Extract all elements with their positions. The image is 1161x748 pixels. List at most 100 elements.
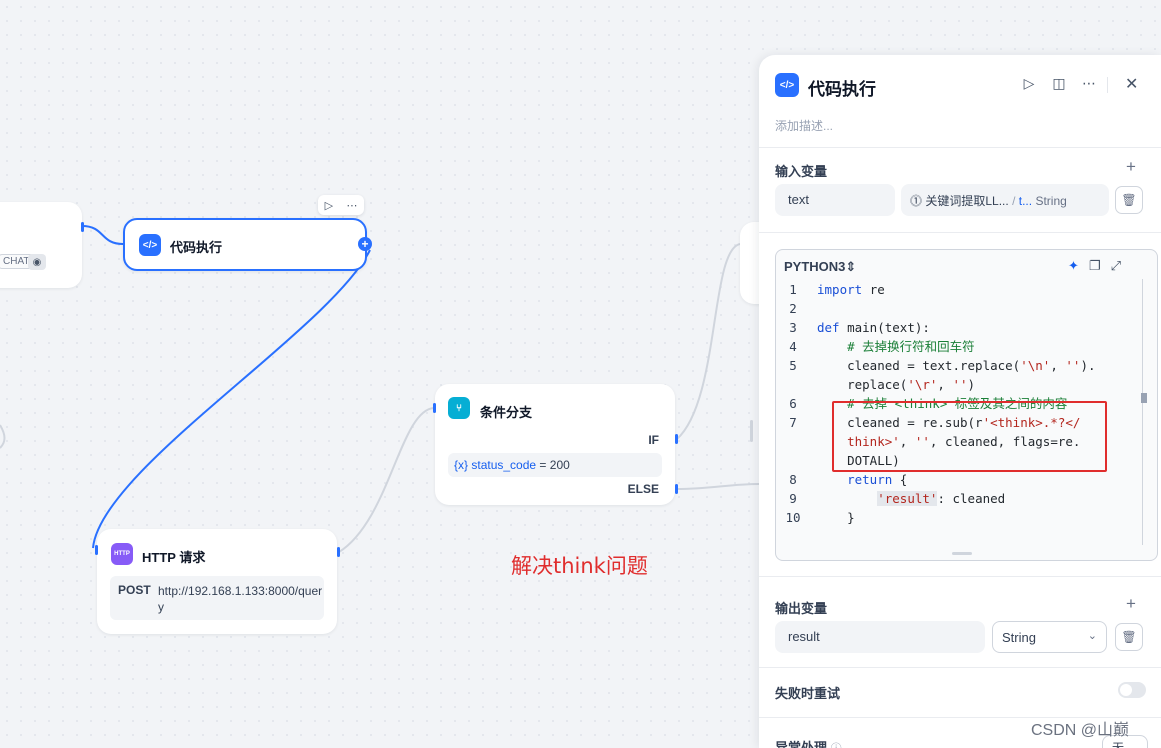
code-line[interactable]: 5 cleaned = text.replace('\n', ''). bbox=[776, 356, 1136, 375]
handle-left-source[interactable] bbox=[81, 222, 84, 232]
code-icon: </> bbox=[775, 73, 799, 97]
code-line[interactable]: 9 'result': cleaned bbox=[776, 489, 1136, 508]
line-number bbox=[776, 375, 810, 394]
line-code: replace('\r', '') bbox=[810, 375, 975, 394]
code-token: replace( bbox=[817, 377, 908, 392]
editor-resize-grip[interactable] bbox=[952, 552, 972, 555]
expand-icon[interactable]: ⤢ bbox=[1111, 258, 1121, 274]
code-token: cleaned = text.replace( bbox=[817, 358, 1021, 373]
separator: / bbox=[1012, 194, 1016, 208]
code-line[interactable]: 1 import re bbox=[776, 280, 1136, 299]
panel-title: 代码执行 bbox=[808, 80, 876, 99]
code-token: '\n' bbox=[1020, 358, 1051, 373]
line-number: 3 bbox=[789, 320, 797, 335]
code-line[interactable]: 2 bbox=[776, 299, 1136, 318]
code-token: # 去掉换行符和回车符 bbox=[817, 339, 975, 354]
retry-label: 失败时重试 bbox=[775, 686, 841, 701]
exception-label-text: 异常处理 bbox=[775, 740, 828, 748]
variable-source-icon: ⓵ bbox=[910, 194, 923, 208]
line-number: 9 bbox=[789, 491, 797, 506]
handle-cond-target[interactable] bbox=[433, 403, 436, 413]
close-icon[interactable]: ✕ bbox=[1125, 74, 1138, 94]
code-icon: </> bbox=[139, 234, 161, 256]
handle-else-source[interactable] bbox=[675, 484, 678, 494]
chevron-updown-icon: ⇕ bbox=[845, 259, 857, 274]
exception-value: 无 bbox=[1112, 741, 1125, 748]
node-title: HTTP 请求 bbox=[142, 550, 206, 565]
else-label: ELSE bbox=[627, 482, 659, 496]
line-code: import re bbox=[810, 280, 885, 299]
more-icon[interactable]: ⋯ bbox=[1081, 75, 1097, 92]
line-code: 'result': cleaned bbox=[810, 489, 1005, 508]
code-token: '' bbox=[1065, 358, 1081, 373]
handle-http-target[interactable] bbox=[95, 545, 98, 555]
divider bbox=[759, 147, 1161, 148]
more-icon[interactable]: ⋯ bbox=[346, 199, 357, 212]
code-token: , bbox=[1050, 358, 1066, 373]
panel-resize-handle[interactable] bbox=[750, 420, 753, 442]
line-code: return { bbox=[810, 470, 907, 489]
branch-icon: ⑂ bbox=[448, 397, 470, 419]
run-icon[interactable]: ▷ bbox=[1021, 75, 1037, 92]
http-method: POST bbox=[118, 583, 151, 597]
language-label: PYTHON3 bbox=[784, 259, 846, 274]
handle-http-source[interactable] bbox=[337, 547, 340, 557]
node-partial-left[interactable]: CHAT ◉ bbox=[0, 202, 82, 288]
info-icon: ⓘ bbox=[831, 743, 842, 748]
http-request-summary: POST http://192.168.1.133:8000/query bbox=[110, 576, 324, 620]
line-number: 4 bbox=[789, 339, 797, 354]
code-line[interactable]: 3 def main(text): bbox=[776, 318, 1136, 337]
split-view-icon[interactable]: ◫ bbox=[1051, 75, 1067, 92]
line-number: 8 bbox=[789, 472, 797, 487]
language-select[interactable]: PYTHON3⇕ bbox=[784, 259, 856, 275]
code-token: return bbox=[817, 472, 900, 487]
code-token: { bbox=[899, 472, 908, 487]
delete-input-icon[interactable]: 🗑 bbox=[1115, 186, 1143, 214]
node-title: 条件分支 bbox=[480, 405, 533, 420]
code-token: def bbox=[817, 320, 848, 335]
line-number: 1 bbox=[789, 282, 797, 297]
node-condition-branch[interactable]: ⑂ 条件分支 IF {x} status_code = 200 ELSE bbox=[435, 384, 675, 505]
code-line[interactable]: replace('\r', '') bbox=[776, 375, 1136, 394]
editor-actions: ✦ ❐ ⤢ bbox=[1068, 258, 1121, 274]
handle-if-source[interactable] bbox=[675, 434, 678, 444]
code-token: '' bbox=[952, 377, 968, 392]
add-input-icon[interactable]: + bbox=[1126, 157, 1136, 177]
condition-operator: = bbox=[539, 458, 547, 472]
ai-generate-icon[interactable]: ✦ bbox=[1068, 258, 1079, 274]
output-type-select[interactable]: String ⌄ bbox=[992, 621, 1107, 653]
eye-icon[interactable]: ◉ bbox=[28, 254, 46, 270]
code-token: re bbox=[869, 282, 885, 297]
scrollbar-thumb[interactable] bbox=[1141, 393, 1147, 403]
output-var-name-field[interactable]: result bbox=[775, 621, 985, 653]
description-input[interactable]: 添加描述... bbox=[775, 117, 833, 134]
chevron-down-icon: ⌄ bbox=[1087, 630, 1097, 642]
retry-toggle[interactable] bbox=[1118, 682, 1146, 698]
input-vars-label: 输入变量 bbox=[775, 164, 828, 179]
copy-icon[interactable]: ❐ bbox=[1089, 258, 1101, 274]
input-var-name-field[interactable]: text bbox=[775, 184, 895, 216]
http-url: http://192.168.1.133:8000/query bbox=[158, 584, 323, 614]
code-token: ) bbox=[967, 377, 976, 392]
line-code: cleaned = text.replace('\n', ''). bbox=[810, 356, 1095, 375]
code-line[interactable]: 8 return { bbox=[776, 470, 1136, 489]
code-line[interactable]: 4 # 去掉换行符和回车符 bbox=[776, 337, 1136, 356]
code-token: main(text): bbox=[847, 320, 930, 335]
add-next-node-icon[interactable]: + bbox=[358, 237, 372, 251]
input-source-node: 关键词提取LL... bbox=[925, 194, 1009, 208]
output-type-value: String bbox=[1002, 630, 1036, 645]
code-token: import bbox=[817, 282, 870, 297]
code-line[interactable]: 10 } bbox=[776, 508, 1136, 527]
line-number bbox=[776, 451, 810, 470]
line-number: 2 bbox=[789, 301, 797, 316]
run-node-icon[interactable]: ▷ bbox=[325, 199, 333, 212]
divider bbox=[1107, 77, 1108, 93]
condition-row: {x} status_code = 200 bbox=[448, 453, 662, 477]
node-code-exec[interactable]: </> 代码执行 bbox=[123, 218, 367, 271]
node-http-request[interactable]: HTTP HTTP 请求 POST http://192.168.1.133:8… bbox=[97, 529, 337, 634]
input-var-source-field[interactable]: ⓵ 关键词提取LL... / t... String bbox=[901, 184, 1109, 216]
node-title: 代码执行 bbox=[170, 240, 223, 255]
add-output-icon[interactable]: + bbox=[1126, 594, 1136, 614]
delete-output-icon[interactable]: 🗑 bbox=[1115, 623, 1143, 651]
